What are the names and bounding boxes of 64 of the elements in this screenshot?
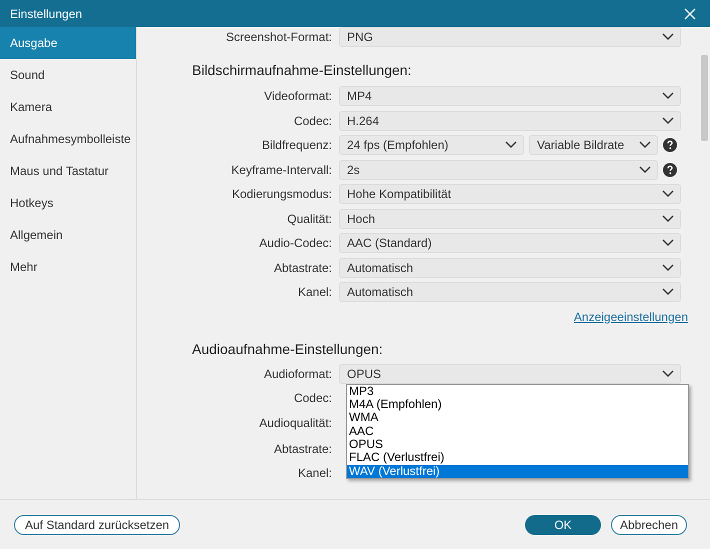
chevron-icon: [662, 190, 674, 198]
select-field[interactable]: Hohe Kompatibilität: [339, 184, 681, 204]
chevron-icon: [662, 92, 674, 100]
dropdown-option[interactable]: WMA: [347, 411, 688, 425]
dropdown-option[interactable]: M4A (Empfohlen): [347, 398, 688, 412]
dropdown-option[interactable]: WAV (Verlustfrei): [347, 464, 688, 478]
field-label: Audioformat:: [262, 366, 333, 382]
ok-button[interactable]: OK: [525, 514, 601, 534]
dropdown-option[interactable]: OPUS: [347, 438, 688, 452]
field-label: Kodierungsmodus:: [230, 186, 333, 204]
select-field[interactable]: 24 fps (Empfohlen): [339, 135, 524, 156]
field-label: Audioqualität:: [258, 415, 333, 432]
settings-link[interactable]: Anzeigeeinstellungen: [574, 308, 688, 326]
section-heading: Bildschirmaufnahme-Einstellungen:: [191, 61, 412, 80]
select-field[interactable]: Variable Bildrate: [529, 135, 658, 156]
sidebar-item[interactable]: Ausgabe: [0, 27, 136, 59]
help-icon[interactable]: [663, 138, 677, 152]
close-icon[interactable]: [684, 8, 696, 20]
field-label: Bildfrequenz:: [260, 137, 333, 154]
sidebar-item[interactable]: Allgemein: [0, 219, 136, 251]
select-field[interactable]: MP4: [339, 86, 681, 106]
field-label: Audio-Codec:: [258, 235, 333, 252]
sidebar-item[interactable]: Mehr: [0, 251, 136, 283]
sidebar-item[interactable]: Maus und Tastatur: [0, 155, 136, 187]
sidebar-item[interactable]: Sound: [0, 59, 136, 91]
chevron-icon: [662, 116, 674, 125]
chevron-icon: [662, 370, 674, 378]
select-field[interactable]: PNG: [339, 27, 681, 47]
field-label: Videoformat:: [263, 88, 333, 106]
select-field[interactable]: OPUS: [339, 364, 681, 384]
field-label: Abtastrate:: [272, 440, 333, 458]
chevron-icon: [662, 264, 674, 272]
section-heading: Audioaufnahme-Einstellungen:: [191, 340, 384, 359]
select-field[interactable]: Automatisch: [339, 258, 681, 278]
field-label: Codec:: [292, 390, 333, 406]
chevron-icon: [639, 141, 651, 150]
select-field[interactable]: Hoch: [339, 208, 681, 229]
chevron-icon: [639, 166, 651, 174]
sidebar-item[interactable]: Kamera: [0, 91, 136, 123]
help-icon[interactable]: [663, 162, 677, 177]
reset-button[interactable]: Auf Standard zurücksetzen: [14, 514, 180, 534]
field-label: Kanel:: [296, 464, 333, 482]
cancel-button[interactable]: Abbrechen: [611, 514, 687, 534]
sidebar-item[interactable]: Hotkeys: [0, 187, 136, 219]
select-field[interactable]: AAC (Standard): [339, 233, 681, 254]
field-label: Codec:: [292, 112, 333, 130]
field-label: Keyframe-Intervall:: [230, 162, 333, 179]
field-label: Abtastrate:: [272, 260, 333, 277]
field-label: Screenshot-Format:: [224, 29, 333, 46]
chevron-icon: [662, 33, 674, 41]
chevron-icon: [662, 214, 674, 223]
select-field[interactable]: H.264: [339, 110, 681, 131]
chevron-icon: [662, 239, 674, 248]
field-label: Kanel:: [296, 284, 333, 302]
select-field[interactable]: Automatisch: [339, 282, 681, 302]
select-field[interactable]: 2s: [339, 160, 658, 180]
sidebar-item[interactable]: Aufnahmesymbolleiste: [0, 123, 136, 155]
window-title: Einstellungen: [10, 6, 82, 22]
chevron-icon: [662, 288, 674, 296]
dropdown-option[interactable]: FLAC (Verlustfrei): [347, 451, 688, 465]
chevron-icon: [505, 141, 517, 150]
dropdown-option[interactable]: MP3: [347, 384, 688, 398]
field-label: Qualität:: [286, 210, 333, 228]
dropdown-option[interactable]: AAC: [347, 424, 688, 438]
